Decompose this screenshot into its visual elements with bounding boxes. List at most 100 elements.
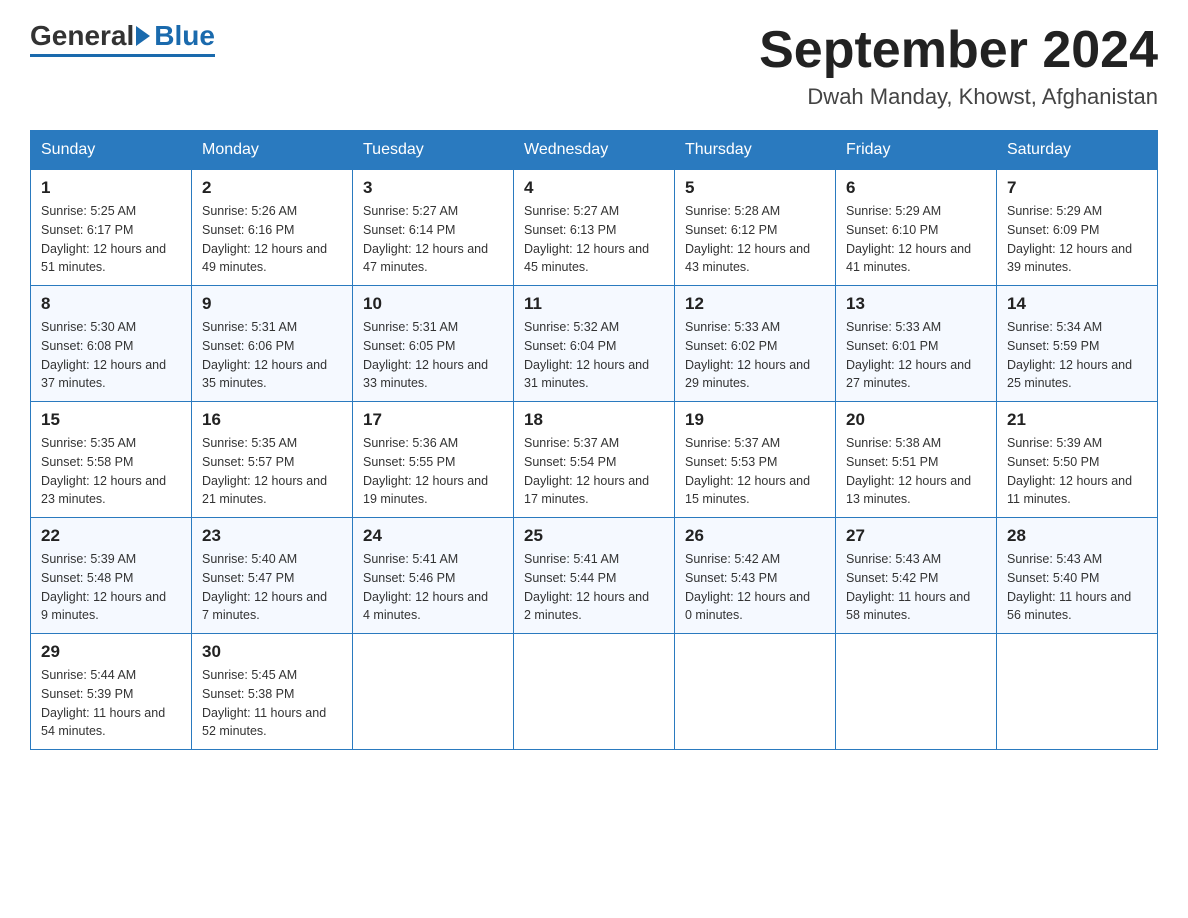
table-row: 22 Sunrise: 5:39 AMSunset: 5:48 PMDayligh… [31, 518, 192, 634]
header-monday: Monday [192, 131, 353, 170]
day-number: 18 [524, 410, 664, 430]
title-section: September 2024 Dwah Manday, Khowst, Afgh… [759, 20, 1158, 110]
table-row: 16 Sunrise: 5:35 AMSunset: 5:57 PMDayligh… [192, 402, 353, 518]
table-row [997, 634, 1158, 750]
calendar-header-row: Sunday Monday Tuesday Wednesday Thursday… [31, 131, 1158, 170]
calendar-week-3: 15 Sunrise: 5:35 AMSunset: 5:58 PMDayligh… [31, 402, 1158, 518]
table-row: 25Sunrise: 5:41 AMSunset: 5:44 PMDayligh… [514, 518, 675, 634]
day-number: 6 [846, 178, 986, 198]
day-info: Sunrise: 5:34 AMSunset: 5:59 PMDaylight:… [1007, 318, 1147, 393]
location-subtitle: Dwah Manday, Khowst, Afghanistan [759, 84, 1158, 110]
day-number: 13 [846, 294, 986, 314]
day-number: 30 [202, 642, 342, 662]
header-saturday: Saturday [997, 131, 1158, 170]
day-info: Sunrise: 5:30 AMSunset: 6:08 PMDaylight:… [41, 318, 181, 393]
day-info: Sunrise: 5:35 AMSunset: 5:57 PMDaylight:… [202, 434, 342, 509]
day-number: 21 [1007, 410, 1147, 430]
day-info: Sunrise: 5:25 AMSunset: 6:17 PMDaylight:… [41, 202, 181, 277]
day-info: Sunrise: 5:43 AMSunset: 5:40 PMDaylight:… [1007, 550, 1147, 625]
header-sunday: Sunday [31, 131, 192, 170]
table-row: 19Sunrise: 5:37 AMSunset: 5:53 PMDayligh… [675, 402, 836, 518]
day-info: Sunrise: 5:31 AMSunset: 6:05 PMDaylight:… [363, 318, 503, 393]
day-info: Sunrise: 5:32 AMSunset: 6:04 PMDaylight:… [524, 318, 664, 393]
day-info: Sunrise: 5:37 AMSunset: 5:54 PMDaylight:… [524, 434, 664, 509]
logo-text: General Blue [30, 20, 215, 52]
day-number: 7 [1007, 178, 1147, 198]
table-row [353, 634, 514, 750]
day-info: Sunrise: 5:45 AMSunset: 5:38 PMDaylight:… [202, 666, 342, 741]
table-row [514, 634, 675, 750]
day-info: Sunrise: 5:41 AMSunset: 5:44 PMDaylight:… [524, 550, 664, 625]
day-info: Sunrise: 5:39 AMSunset: 5:48 PMDaylight:… [41, 550, 181, 625]
calendar-week-1: 1 Sunrise: 5:25 AMSunset: 6:17 PMDaylight… [31, 170, 1158, 286]
table-row: 21Sunrise: 5:39 AMSunset: 5:50 PMDayligh… [997, 402, 1158, 518]
day-info: Sunrise: 5:28 AMSunset: 6:12 PMDaylight:… [685, 202, 825, 277]
table-row: 20 Sunrise: 5:38 AMSunset: 5:51 PMDayligh… [836, 402, 997, 518]
day-number: 12 [685, 294, 825, 314]
table-row: 3Sunrise: 5:27 AMSunset: 6:14 PMDaylight… [353, 170, 514, 286]
day-info: Sunrise: 5:38 AMSunset: 5:51 PMDaylight:… [846, 434, 986, 509]
table-row: 6 Sunrise: 5:29 AMSunset: 6:10 PMDaylight… [836, 170, 997, 286]
table-row: 17Sunrise: 5:36 AMSunset: 5:55 PMDayligh… [353, 402, 514, 518]
day-number: 11 [524, 294, 664, 314]
logo: General Blue [30, 20, 215, 57]
table-row: 23Sunrise: 5:40 AMSunset: 5:47 PMDayligh… [192, 518, 353, 634]
table-row: 11 Sunrise: 5:32 AMSunset: 6:04 PMDayligh… [514, 286, 675, 402]
day-info: Sunrise: 5:27 AMSunset: 6:14 PMDaylight:… [363, 202, 503, 277]
day-info: Sunrise: 5:33 AMSunset: 6:02 PMDaylight:… [685, 318, 825, 393]
logo-triangle-icon [136, 26, 150, 46]
table-row: 29 Sunrise: 5:44 AMSunset: 5:39 PMDayligh… [31, 634, 192, 750]
day-info: Sunrise: 5:41 AMSunset: 5:46 PMDaylight:… [363, 550, 503, 625]
day-number: 9 [202, 294, 342, 314]
day-number: 10 [363, 294, 503, 314]
logo-blue-text: Blue [154, 20, 215, 52]
day-number: 29 [41, 642, 181, 662]
table-row: 14 Sunrise: 5:34 AMSunset: 5:59 PMDayligh… [997, 286, 1158, 402]
calendar-week-4: 22 Sunrise: 5:39 AMSunset: 5:48 PMDayligh… [31, 518, 1158, 634]
table-row [675, 634, 836, 750]
day-number: 14 [1007, 294, 1147, 314]
header-thursday: Thursday [675, 131, 836, 170]
day-number: 22 [41, 526, 181, 546]
table-row: 18 Sunrise: 5:37 AMSunset: 5:54 PMDayligh… [514, 402, 675, 518]
table-row: 26Sunrise: 5:42 AMSunset: 5:43 PMDayligh… [675, 518, 836, 634]
day-info: Sunrise: 5:26 AMSunset: 6:16 PMDaylight:… [202, 202, 342, 277]
logo-underline [30, 54, 215, 57]
calendar-table: Sunday Monday Tuesday Wednesday Thursday… [30, 130, 1158, 750]
day-number: 4 [524, 178, 664, 198]
header-wednesday: Wednesday [514, 131, 675, 170]
day-info: Sunrise: 5:27 AMSunset: 6:13 PMDaylight:… [524, 202, 664, 277]
table-row: 5 Sunrise: 5:28 AMSunset: 6:12 PMDaylight… [675, 170, 836, 286]
day-info: Sunrise: 5:43 AMSunset: 5:42 PMDaylight:… [846, 550, 986, 625]
day-number: 15 [41, 410, 181, 430]
day-number: 1 [41, 178, 181, 198]
logo-general-text: General [30, 20, 134, 52]
header-tuesday: Tuesday [353, 131, 514, 170]
page-header: General Blue September 2024 Dwah Manday,… [30, 20, 1158, 110]
table-row: 24 Sunrise: 5:41 AMSunset: 5:46 PMDayligh… [353, 518, 514, 634]
day-info: Sunrise: 5:37 AMSunset: 5:53 PMDaylight:… [685, 434, 825, 509]
logo-blue-part: Blue [134, 20, 215, 52]
day-info: Sunrise: 5:35 AMSunset: 5:58 PMDaylight:… [41, 434, 181, 509]
day-number: 27 [846, 526, 986, 546]
day-info: Sunrise: 5:40 AMSunset: 5:47 PMDaylight:… [202, 550, 342, 625]
day-info: Sunrise: 5:33 AMSunset: 6:01 PMDaylight:… [846, 318, 986, 393]
header-friday: Friday [836, 131, 997, 170]
day-info: Sunrise: 5:44 AMSunset: 5:39 PMDaylight:… [41, 666, 181, 741]
table-row: 13 Sunrise: 5:33 AMSunset: 6:01 PMDayligh… [836, 286, 997, 402]
day-number: 17 [363, 410, 503, 430]
table-row: 4 Sunrise: 5:27 AMSunset: 6:13 PMDaylight… [514, 170, 675, 286]
day-number: 24 [363, 526, 503, 546]
table-row: 12 Sunrise: 5:33 AMSunset: 6:02 PMDayligh… [675, 286, 836, 402]
table-row: 30 Sunrise: 5:45 AMSunset: 5:38 PMDayligh… [192, 634, 353, 750]
day-info: Sunrise: 5:29 AMSunset: 6:09 PMDaylight:… [1007, 202, 1147, 277]
table-row: 27 Sunrise: 5:43 AMSunset: 5:42 PMDayligh… [836, 518, 997, 634]
table-row: 9Sunrise: 5:31 AMSunset: 6:06 PMDaylight… [192, 286, 353, 402]
table-row [836, 634, 997, 750]
calendar-week-5: 29 Sunrise: 5:44 AMSunset: 5:39 PMDayligh… [31, 634, 1158, 750]
day-number: 16 [202, 410, 342, 430]
day-info: Sunrise: 5:29 AMSunset: 6:10 PMDaylight:… [846, 202, 986, 277]
day-number: 20 [846, 410, 986, 430]
table-row: 8Sunrise: 5:30 AMSunset: 6:08 PMDaylight… [31, 286, 192, 402]
day-number: 5 [685, 178, 825, 198]
